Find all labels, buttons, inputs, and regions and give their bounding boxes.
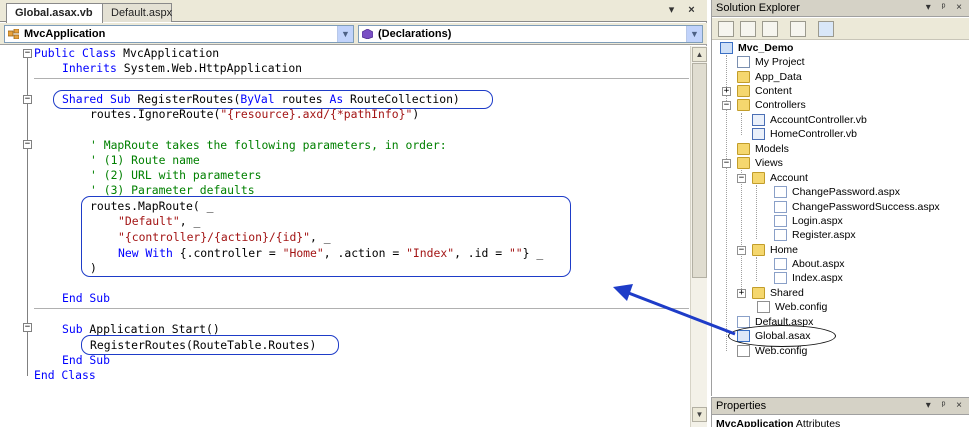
expand-icon[interactable]: + bbox=[737, 289, 746, 298]
tree-line bbox=[741, 113, 742, 135]
aspx-file-icon bbox=[774, 186, 787, 198]
tree-line bbox=[756, 185, 757, 239]
declarations-icon bbox=[362, 29, 373, 39]
collapse-icon[interactable]: − bbox=[722, 159, 731, 168]
scroll-down-icon[interactable]: ▼ bbox=[692, 407, 707, 422]
aspx-file-icon bbox=[774, 258, 787, 270]
class-name-dropdown[interactable]: MvcApplication ▼ bbox=[4, 25, 354, 43]
register-routes-highlight bbox=[53, 90, 493, 109]
tree-line bbox=[741, 170, 742, 295]
folder-icon bbox=[737, 71, 750, 83]
solution-explorer-panel: Solution Explorer ▾ ᵖ × Mvc_Demo My Proj… bbox=[711, 0, 969, 396]
active-files-dropdown-icon[interactable]: ▾ bbox=[665, 4, 678, 17]
aspx-file-icon bbox=[737, 316, 750, 328]
folder-open-icon bbox=[737, 157, 750, 169]
collapse-icon[interactable]: − bbox=[722, 101, 731, 110]
chevron-down-icon[interactable]: ▼ bbox=[337, 26, 353, 42]
method-separator bbox=[34, 78, 689, 79]
expand-icon[interactable]: + bbox=[722, 87, 731, 96]
method-name-value: (Declarations) bbox=[378, 28, 452, 40]
pane-window-buttons[interactable]: ▾ ᵖ × bbox=[926, 2, 966, 13]
my-project-icon bbox=[737, 56, 750, 68]
chevron-down-icon[interactable]: ▼ bbox=[686, 26, 702, 42]
scroll-up-icon[interactable]: ▲ bbox=[692, 47, 707, 62]
method-name-dropdown[interactable]: (Declarations) ▼ bbox=[358, 25, 703, 43]
outlining-margin: − − − − bbox=[0, 46, 32, 427]
vb-project-icon bbox=[720, 42, 733, 54]
properties-icon[interactable] bbox=[718, 21, 734, 37]
pane-window-buttons[interactable]: ▾ ᵖ × bbox=[926, 400, 966, 411]
aspx-file-icon bbox=[774, 272, 787, 284]
register-routes-call-highlight bbox=[81, 335, 339, 355]
class-name-value: MvcApplication bbox=[24, 28, 106, 40]
document-tab-strip: Global.asax.vb Default.aspx ▾ × bbox=[0, 0, 707, 23]
collapse-icon[interactable]: − bbox=[23, 140, 32, 149]
tree-line bbox=[756, 257, 757, 281]
code-comment-line: ' MapRoute takes the following parameter… bbox=[90, 138, 447, 152]
vertical-scrollbar[interactable]: ▲ ▼ bbox=[690, 46, 707, 427]
view-code-icon[interactable] bbox=[790, 21, 806, 37]
code-line-18: End Class bbox=[34, 368, 96, 382]
solution-explorer-toolbar bbox=[712, 18, 969, 40]
code-line-1: Public Class MvcApplication bbox=[34, 46, 220, 60]
folder-open-icon bbox=[737, 99, 750, 111]
folder-open-icon bbox=[752, 244, 765, 256]
properties-panel: Properties ▾ ᵖ × MvcApplication Attribut… bbox=[711, 397, 969, 427]
refresh-icon[interactable] bbox=[762, 21, 778, 37]
solution-explorer-title: Solution Explorer bbox=[716, 2, 800, 14]
folder-icon bbox=[737, 85, 750, 97]
code-editor: Global.asax.vb Default.aspx ▾ × MvcAppli… bbox=[0, 0, 707, 427]
config-file-icon bbox=[737, 345, 750, 357]
tab-global-asax-vb[interactable]: Global.asax.vb bbox=[6, 3, 103, 23]
code-line-4: routes.IgnoreRoute("{resource}.axd/{*pat… bbox=[90, 107, 420, 121]
show-all-files-icon[interactable] bbox=[740, 21, 756, 37]
solution-explorer-header: Solution Explorer ▾ ᵖ × bbox=[712, 0, 969, 17]
aspx-file-icon bbox=[774, 201, 787, 213]
class-icon bbox=[8, 29, 19, 39]
code-comment-line: ' (2) URL with parameters bbox=[90, 168, 262, 182]
collapse-icon[interactable]: − bbox=[737, 174, 746, 183]
collapse-icon[interactable]: − bbox=[23, 49, 32, 58]
aspx-file-icon bbox=[774, 229, 787, 241]
folder-open-icon bbox=[752, 172, 765, 184]
properties-header: Properties ▾ ᵖ × bbox=[712, 398, 969, 415]
collapse-icon[interactable]: − bbox=[23, 323, 32, 332]
code-line-14: End Sub bbox=[62, 291, 111, 305]
class-diagram-icon[interactable] bbox=[818, 21, 834, 37]
map-route-highlight bbox=[81, 196, 571, 277]
code-comment-line: ' (1) Route name bbox=[90, 153, 200, 167]
method-separator bbox=[34, 308, 689, 309]
outline-line bbox=[27, 104, 28, 304]
properties-object-selector[interactable]: MvcApplication Attributes bbox=[716, 418, 840, 427]
vb-file-icon bbox=[752, 114, 765, 126]
folder-icon bbox=[737, 143, 750, 155]
vb-file-icon bbox=[752, 128, 765, 140]
collapse-icon[interactable]: − bbox=[23, 95, 32, 104]
code-line-2: Inherits System.Web.HttpApplication bbox=[62, 61, 303, 75]
close-document-icon[interactable]: × bbox=[685, 4, 698, 17]
outline-line bbox=[27, 149, 28, 189]
aspx-file-icon bbox=[774, 215, 787, 227]
collapse-icon[interactable]: − bbox=[737, 246, 746, 255]
navigation-bar: MvcApplication ▼ (Declarations) ▼ bbox=[0, 23, 707, 45]
code-line-17: End Sub bbox=[62, 353, 111, 367]
folder-icon bbox=[752, 287, 765, 299]
scrollbar-thumb[interactable] bbox=[692, 63, 707, 278]
tab-default-aspx[interactable]: Default.aspx bbox=[103, 3, 172, 22]
config-file-icon bbox=[757, 301, 770, 313]
code-text-area[interactable]: − − − − Public Class MvcApplication Inhe… bbox=[0, 46, 690, 427]
properties-title: Properties bbox=[716, 400, 767, 412]
